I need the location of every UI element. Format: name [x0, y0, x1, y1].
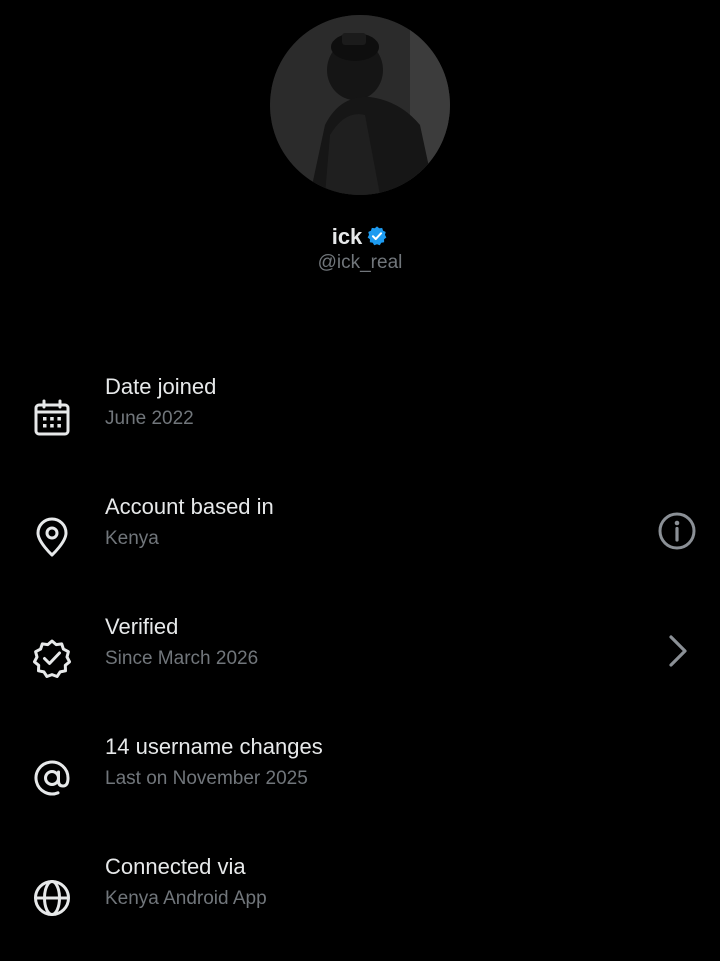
- chevron-right-icon[interactable]: [656, 630, 698, 672]
- info-row-date-joined: Date joined June 2022: [0, 372, 720, 472]
- location-pin-icon: [30, 516, 74, 560]
- profile-name-row: ick: [0, 222, 720, 252]
- info-title: Date joined: [105, 374, 217, 399]
- info-title: Connected via: [105, 854, 246, 879]
- info-title: 14 username changes: [105, 734, 323, 759]
- info-row-verified[interactable]: Verified Since March 2026: [0, 612, 720, 712]
- profile-handle: @ick_real: [317, 252, 403, 273]
- calendar-icon: [30, 396, 74, 440]
- profile-name: ick: [331, 224, 363, 249]
- info-subtitle: Kenya Android App: [105, 888, 267, 909]
- verified-check-icon: [366, 225, 388, 247]
- info-title: Account based in: [105, 494, 274, 519]
- info-subtitle: Kenya: [105, 528, 159, 549]
- info-subtitle: June 2022: [105, 408, 194, 429]
- info-subtitle: Since March 2026: [105, 648, 259, 669]
- info-subtitle: Last on November 2025: [105, 768, 308, 789]
- info-row-connected-via: Connected via Kenya Android App: [0, 852, 720, 952]
- profile-avatar[interactable]: [270, 15, 450, 195]
- verified-badge-icon: [30, 636, 74, 680]
- at-sign-icon: [30, 756, 74, 800]
- info-title: Verified: [105, 614, 179, 639]
- globe-icon: [30, 876, 74, 920]
- info-icon[interactable]: [656, 510, 698, 552]
- info-row-account-based-in: Account based in Kenya: [0, 492, 720, 592]
- avatar-photo: [270, 15, 450, 195]
- info-row-username-changes: 14 username changes Last on November 202…: [0, 732, 720, 832]
